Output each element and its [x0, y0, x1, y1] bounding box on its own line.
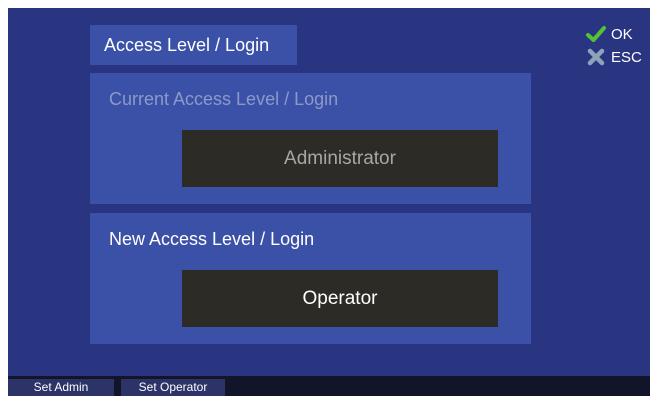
access-level-screen: Access Level / Login Current Access Leve… [8, 8, 650, 396]
cross-icon [586, 47, 606, 67]
new-access-panel: New Access Level / Login Operator [90, 213, 531, 344]
current-access-label: Current Access Level / Login [109, 89, 339, 109]
set-admin-button[interactable]: Set Admin [8, 379, 114, 396]
softkey-bar: Set Admin Set Operator [8, 376, 650, 396]
current-access-value: Administrator [182, 130, 498, 187]
page-title: Access Level / Login [90, 25, 297, 65]
ok-label: OK [611, 25, 633, 43]
action-bar: OK ESC [586, 24, 650, 70]
checkmark-icon [586, 24, 606, 44]
new-access-label: New Access Level / Login [109, 229, 315, 249]
esc-button[interactable]: ESC [586, 47, 650, 67]
ok-button[interactable]: OK [586, 24, 650, 44]
new-access-value[interactable]: Operator [182, 270, 498, 327]
esc-label: ESC [611, 48, 642, 66]
current-access-panel: Current Access Level / Login Administrat… [90, 73, 531, 204]
set-operator-button[interactable]: Set Operator [121, 379, 225, 396]
